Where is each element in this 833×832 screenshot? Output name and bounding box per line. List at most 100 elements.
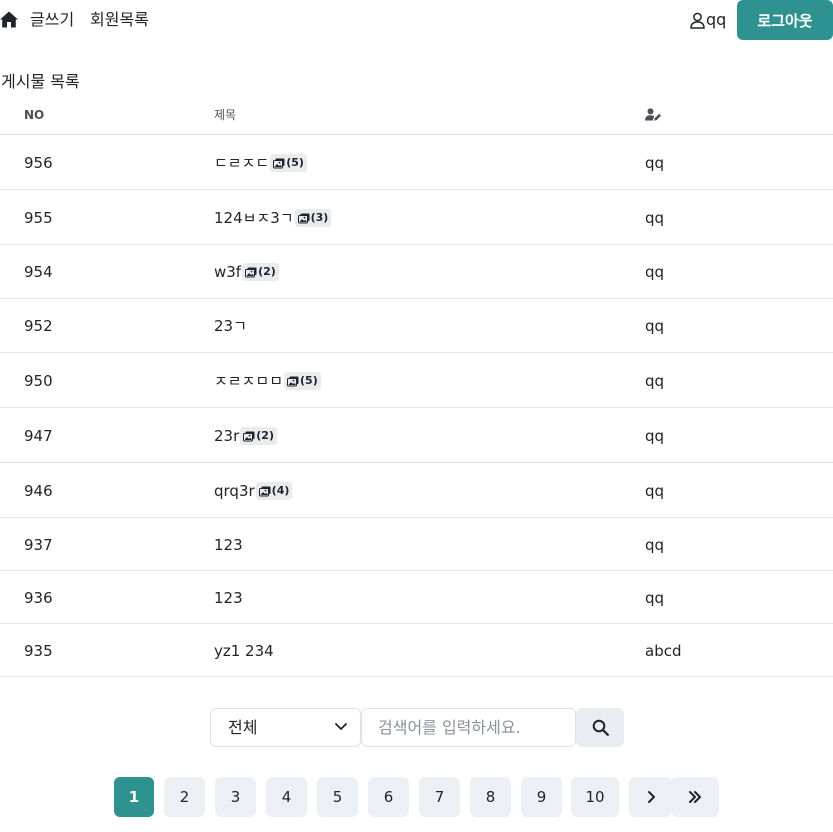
post-number: 935 [24, 642, 53, 660]
user-pen-icon [645, 108, 661, 121]
table-row[interactable]: 950 ㅈㄹㅈㅁㅁ (5) qq [0, 353, 833, 408]
images-icon [287, 376, 300, 387]
post-title[interactable]: qrq3r [214, 482, 255, 500]
post-title[interactable]: ㅈㄹㅈㅁㅁ [214, 372, 283, 390]
post-title-cell[interactable]: w3f (2) [214, 263, 279, 281]
image-count-badge: (2) [242, 263, 279, 281]
image-count: (2) [256, 429, 274, 442]
page-1-button[interactable]: 1 [114, 777, 154, 817]
image-count: (5) [300, 374, 318, 387]
post-title-cell[interactable]: 23ㄱ [214, 317, 247, 335]
write-link[interactable]: 글쓰기 [30, 10, 74, 30]
images-icon [243, 431, 256, 442]
member-list-link[interactable]: 회원목록 [90, 10, 149, 30]
post-number: 937 [24, 536, 53, 554]
chevron-right-icon [647, 791, 655, 803]
post-title[interactable]: 23ㄱ [214, 317, 247, 335]
post-number: 947 [24, 427, 53, 445]
page-7-button[interactable]: 7 [419, 777, 460, 817]
post-author: qq [645, 536, 665, 554]
images-icon [245, 267, 258, 278]
page-4-button[interactable]: 4 [266, 777, 307, 817]
page-title: 게시물 목록 [1, 72, 80, 91]
images-icon [273, 158, 286, 169]
post-title-cell[interactable]: 123 [214, 589, 243, 607]
table-row[interactable]: 952 23ㄱ qq [0, 299, 833, 353]
images-icon [297, 213, 311, 224]
chevron-down-icon [335, 723, 347, 730]
image-count-badge: (2) [240, 427, 277, 445]
image-count-badge: (5) [284, 372, 321, 390]
image-count-badge: (3) [294, 209, 332, 227]
post-number: 955 [24, 209, 53, 227]
post-title-cell[interactable]: 124ㅂㅈ3ㄱ (3) [214, 209, 332, 227]
logout-button[interactable]: 로그아웃 [737, 0, 833, 40]
post-number: 954 [24, 263, 53, 281]
post-author: abcd [645, 642, 682, 660]
top-navbar: 글쓰기 회원목록 qq 로그아웃 [0, 0, 833, 40]
post-author: qq [645, 317, 665, 335]
post-number: 952 [24, 317, 53, 335]
post-author: qq [645, 154, 665, 172]
post-title-cell[interactable]: ㄷㄹㅈㄷ (5) [214, 154, 307, 172]
post-title[interactable]: 23r [214, 427, 239, 445]
post-author: qq [645, 372, 665, 390]
table-row[interactable]: 955 124ㅂㅈ3ㄱ (3) qq [0, 190, 833, 245]
page-9-button[interactable]: 9 [521, 777, 562, 817]
table-row[interactable]: 937 123 qq [0, 518, 833, 571]
post-number: 950 [24, 372, 53, 390]
post-author: qq [645, 427, 665, 445]
current-user: qq [690, 10, 726, 30]
post-author: qq [645, 482, 665, 500]
image-count-badge: (4) [255, 482, 293, 500]
search-input[interactable] [361, 708, 576, 747]
images-icon [258, 486, 272, 497]
image-count: (5) [286, 156, 304, 169]
search-scope-value: 전체 [228, 718, 258, 737]
double-chevron-right-icon [689, 791, 701, 803]
post-title[interactable]: 123 [214, 589, 243, 607]
last-page-button[interactable] [671, 777, 719, 817]
page-5-button[interactable]: 5 [317, 777, 358, 817]
image-count: (2) [258, 265, 276, 278]
table-row[interactable]: 946 qrq3r (4) qq [0, 463, 833, 518]
page-10-button[interactable]: 10 [571, 777, 619, 817]
post-author: qq [645, 263, 665, 281]
table-header: NO 제목 [0, 95, 833, 135]
post-number: 956 [24, 154, 53, 172]
table-row[interactable]: 956 ㄷㄹㅈㄷ (5) qq [0, 136, 833, 190]
post-title[interactable]: 123 [214, 536, 243, 554]
post-author: qq [645, 589, 665, 607]
image-count: (4) [271, 484, 290, 497]
table-row[interactable]: 935 yz1 234 abcd [0, 624, 833, 677]
page-8-button[interactable]: 8 [470, 777, 511, 817]
post-number: 936 [24, 589, 53, 607]
image-count: (3) [310, 211, 329, 224]
table-row[interactable]: 936 123 qq [0, 571, 833, 624]
post-title-cell[interactable]: qrq3r (4) [214, 482, 293, 500]
page-6-button[interactable]: 6 [368, 777, 409, 817]
user-icon [690, 12, 705, 29]
column-header-title: 제목 [214, 108, 237, 122]
column-header-no: NO [24, 108, 45, 122]
page-3-button[interactable]: 3 [215, 777, 256, 817]
search-button[interactable] [576, 708, 624, 747]
table-row[interactable]: 947 23r (2) qq [0, 408, 833, 463]
image-count-badge: (5) [270, 154, 307, 172]
post-title[interactable]: ㄷㄹㅈㄷ [214, 154, 269, 172]
post-title-cell[interactable]: ㅈㄹㅈㅁㅁ (5) [214, 372, 321, 390]
page-2-button[interactable]: 2 [164, 777, 205, 817]
post-title[interactable]: yz1 234 [214, 642, 274, 660]
search-icon [592, 719, 609, 736]
table-row[interactable]: 954 w3f (2) qq [0, 245, 833, 299]
post-title[interactable]: w3f [214, 263, 241, 281]
username-label: qq [706, 10, 727, 29]
post-author: qq [645, 209, 665, 227]
post-title-cell[interactable]: 23r (2) [214, 427, 277, 445]
post-number: 946 [24, 482, 53, 500]
next-page-button[interactable] [629, 777, 672, 817]
post-title[interactable]: 124ㅂㅈ3ㄱ [214, 209, 294, 227]
post-title-cell[interactable]: 123 [214, 536, 243, 554]
home-icon[interactable] [0, 11, 18, 28]
post-title-cell[interactable]: yz1 234 [214, 642, 274, 660]
